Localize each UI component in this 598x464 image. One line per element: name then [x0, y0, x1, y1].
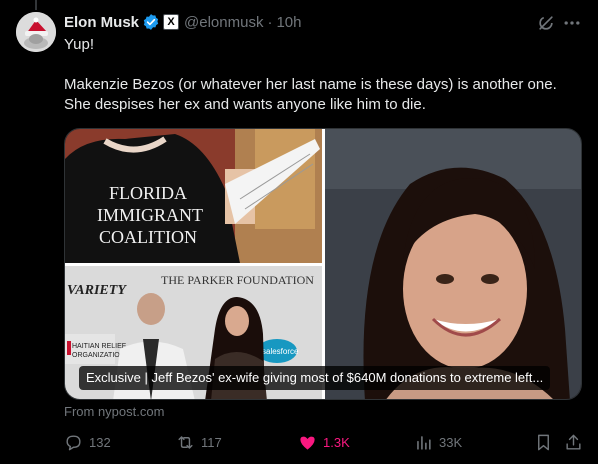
like-count: 1.3K — [323, 434, 350, 450]
post-text-line: She despises her ex and wants anyone lik… — [64, 96, 426, 113]
post-text-line: Yup! — [64, 36, 95, 53]
salesforce-text: salesforce — [262, 347, 299, 356]
reply-count: 132 — [89, 434, 111, 450]
author-handle[interactable]: @elonmusk — [184, 14, 263, 31]
card-image: FLORIDA IMMIGRANT COALITION THE PARKER F… — [65, 129, 581, 399]
shirt-text: COALITION — [99, 227, 197, 247]
reply-button[interactable]: 132 — [64, 430, 111, 454]
author-name[interactable]: Elon Musk — [64, 14, 139, 31]
variety-text: VARIETY — [67, 283, 127, 298]
post-time[interactable]: 10h — [276, 14, 301, 31]
avatar[interactable] — [16, 12, 56, 52]
card-source[interactable]: From nypost.com — [64, 404, 164, 419]
reply-icon — [66, 434, 81, 450]
avatar-image — [16, 12, 56, 52]
haitian-text: ORGANIZATION — [72, 352, 125, 359]
foundation-text: THE PARKER FOUNDATION — [161, 273, 314, 287]
repost-icon — [178, 435, 193, 449]
grok-icon[interactable] — [536, 13, 556, 33]
action-bar: 132 117 1.3K 33K — [64, 430, 584, 454]
bookmark-icon — [538, 434, 549, 450]
views-button[interactable]: 33K — [414, 430, 462, 454]
views-icon — [417, 435, 431, 450]
x-affiliate-icon[interactable]: X — [163, 14, 180, 30]
link-card[interactable]: FLORIDA IMMIGRANT COALITION THE PARKER F… — [64, 128, 582, 400]
repost-button[interactable]: 117 — [176, 430, 222, 454]
repost-count: 117 — [201, 434, 222, 450]
post-text: Yup! Makenzie Bezos (or whatever her las… — [64, 35, 584, 115]
post-text-line: Makenzie Bezos (or whatever her last nam… — [64, 76, 557, 93]
bookmark-button[interactable] — [534, 430, 559, 454]
heart-icon — [300, 436, 315, 450]
haitian-text: HAITIAN RELIEF — [72, 343, 126, 350]
thread-line — [35, 0, 37, 10]
views-count: 33K — [439, 434, 463, 450]
card-caption: Exclusive | Jeff Bezos' ex-wife giving m… — [79, 366, 551, 390]
separator: · — [267, 13, 273, 31]
verified-icon[interactable] — [142, 13, 160, 31]
share-button[interactable] — [564, 430, 589, 454]
share-icon — [566, 434, 581, 450]
shirt-text: FLORIDA — [109, 183, 187, 203]
like-button[interactable]: 1.3K — [298, 430, 350, 454]
shirt-text: IMMIGRANT — [97, 205, 203, 225]
post-header: Elon Musk X @elonmusk · 10h — [64, 12, 301, 32]
more-icon[interactable] — [562, 13, 582, 33]
